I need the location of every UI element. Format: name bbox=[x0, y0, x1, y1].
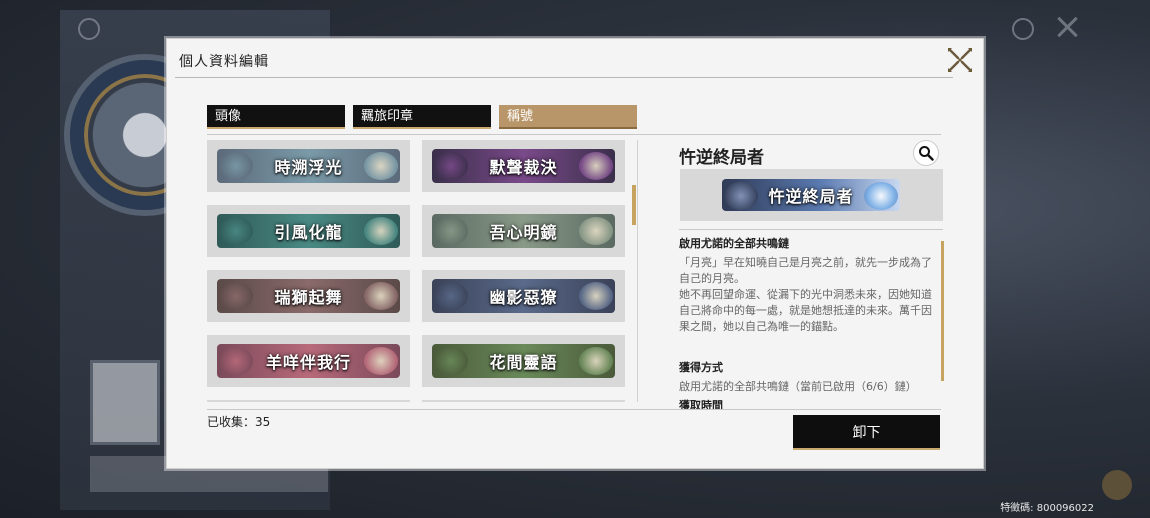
title-divider bbox=[175, 77, 953, 78]
profile-edit-modal: 個人資料編輯 頭像 羈旅印章 稱號 時溯浮光 默聲裁決引風化龍 吾心明鏡瑞獅起舞 幽影… bbox=[166, 38, 984, 469]
plate-emblem-decoration bbox=[579, 217, 613, 245]
tab-titles[interactable]: 稱號 bbox=[499, 105, 637, 129]
panel-divider bbox=[637, 140, 638, 402]
plate-portrait-decoration bbox=[219, 152, 253, 180]
condition-title: 啟用尤諾的全部共鳴鏈 bbox=[679, 237, 789, 250]
title-plate: 羊咩伴我行 bbox=[217, 344, 400, 378]
title-label: 默聲裁決 bbox=[489, 158, 558, 177]
tab-travel-stamps[interactable]: 羈旅印章 bbox=[353, 105, 491, 129]
grid-scrollbar[interactable] bbox=[632, 185, 636, 225]
plate-portrait-decoration bbox=[434, 152, 468, 180]
plate-emblem-decoration bbox=[579, 347, 613, 375]
obtain-method-text: 啟用尤諾的全部共鳴鏈（當前已啟用（6/6）鏈） bbox=[679, 380, 917, 393]
background-corner-icon bbox=[1102, 470, 1132, 500]
selected-title-preview: 忤逆終局者 bbox=[680, 169, 943, 221]
tabs-divider bbox=[207, 134, 941, 135]
title-plate: 花間靈語 bbox=[432, 344, 615, 378]
plate-emblem-decoration bbox=[364, 217, 398, 245]
background-close-icon bbox=[1054, 14, 1080, 40]
title-card[interactable]: 吾心明鏡 bbox=[422, 205, 625, 257]
title-label: 引風化龍 bbox=[274, 223, 343, 242]
title-label: 幽影惡獠 bbox=[489, 288, 558, 307]
detail-text-area[interactable]: 啟用尤諾的全部共鳴鏈 「月亮」早在知曉自己是月亮之前，就先一步成為了自己的月亮。… bbox=[679, 235, 941, 409]
title-card-partial[interactable] bbox=[207, 400, 410, 402]
title-label: 花間靈語 bbox=[489, 353, 558, 372]
preview-plate: 忤逆終局者 bbox=[722, 179, 900, 211]
plate-portrait-decoration bbox=[724, 182, 758, 210]
plate-orb-decoration bbox=[864, 182, 898, 210]
title-card[interactable]: 幽影惡獠 bbox=[422, 270, 625, 322]
selected-title-name: 忤逆終局者 bbox=[679, 148, 764, 168]
plate-portrait-decoration bbox=[219, 282, 253, 310]
title-card[interactable]: 引風化龍 bbox=[207, 205, 410, 257]
obtain-method-title: 獲得方式 bbox=[679, 361, 723, 374]
title-card[interactable]: 時溯浮光 bbox=[207, 140, 410, 192]
close-x-icon bbox=[948, 48, 972, 72]
footer-divider bbox=[207, 409, 941, 410]
plate-portrait-decoration bbox=[434, 217, 468, 245]
title-label: 吾心明鏡 bbox=[489, 223, 558, 242]
title-plate: 瑞獅起舞 bbox=[217, 279, 400, 313]
plate-emblem-decoration bbox=[364, 152, 398, 180]
title-plate: 吾心明鏡 bbox=[432, 214, 615, 248]
title-label: 瑞獅起舞 bbox=[274, 288, 343, 307]
background-settings-icon bbox=[1012, 18, 1034, 40]
plate-portrait-decoration bbox=[219, 347, 253, 375]
plate-portrait-decoration bbox=[434, 347, 468, 375]
preview-label: 忤逆終局者 bbox=[768, 187, 854, 206]
title-plate: 引風化龍 bbox=[217, 214, 400, 248]
magnifier-icon bbox=[919, 146, 934, 161]
plate-emblem-decoration bbox=[364, 282, 398, 310]
title-plate: 幽影惡獠 bbox=[432, 279, 615, 313]
detail-divider bbox=[679, 229, 943, 230]
collected-count: 已收集：35 bbox=[207, 415, 271, 429]
title-plate: 默聲裁決 bbox=[432, 149, 615, 183]
title-description: 「月亮」早在知曉自己是月亮之前，就先一步成為了自己的月亮。 她不再回望命運、從漏… bbox=[679, 256, 932, 333]
plate-emblem-decoration bbox=[579, 282, 613, 310]
obtain-time-title: 獲取時間 bbox=[679, 399, 723, 409]
close-button[interactable] bbox=[947, 47, 973, 73]
detail-scrollbar[interactable] bbox=[941, 241, 944, 381]
title-card[interactable]: 默聲裁決 bbox=[422, 140, 625, 192]
background-menu-icon bbox=[78, 18, 100, 40]
title-card[interactable]: 瑞獅起舞 bbox=[207, 270, 410, 322]
plate-portrait-decoration bbox=[219, 217, 253, 245]
title-label: 時溯浮光 bbox=[274, 158, 343, 177]
title-card[interactable]: 花間靈語 bbox=[422, 335, 625, 387]
title-grid: 時溯浮光 默聲裁決引風化龍 吾心明鏡瑞獅起舞 幽影惡獠羊咩伴我行 花間靈語 bbox=[207, 140, 627, 402]
modal-title: 個人資料編輯 bbox=[179, 54, 269, 70]
title-card-partial[interactable] bbox=[422, 400, 625, 402]
plate-portrait-decoration bbox=[434, 282, 468, 310]
title-card[interactable]: 羊咩伴我行 bbox=[207, 335, 410, 387]
title-label: 羊咩伴我行 bbox=[265, 353, 351, 372]
title-plate: 時溯浮光 bbox=[217, 149, 400, 183]
tab-avatar[interactable]: 頭像 bbox=[207, 105, 345, 129]
uid-label: 特徵碼: 800096022 bbox=[1000, 503, 1094, 514]
plate-emblem-decoration bbox=[579, 152, 613, 180]
preview-search-button[interactable] bbox=[913, 140, 939, 166]
unequip-button[interactable]: 卸下 bbox=[793, 415, 940, 450]
background-avatar bbox=[90, 360, 160, 445]
plate-emblem-decoration bbox=[364, 347, 398, 375]
